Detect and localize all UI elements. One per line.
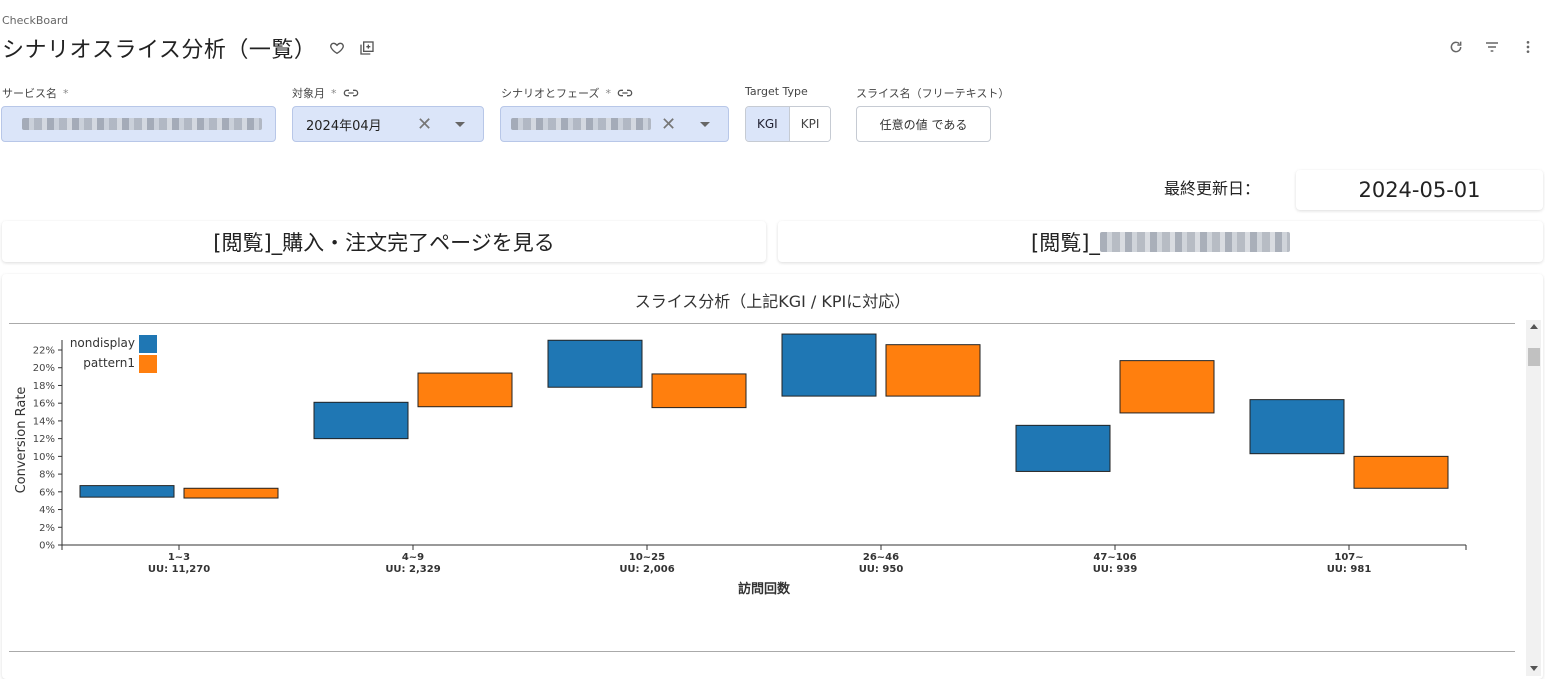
bar-pattern1-3 — [885, 344, 981, 397]
y-axis-title: Conversion Rate — [14, 387, 29, 494]
x-axis-title: 訪問回数 — [738, 581, 791, 597]
legend-swatch-nondisplay — [139, 335, 157, 353]
bar-pattern1-2 — [651, 373, 747, 409]
page: CheckBoard シナリオスライス分析（一覧） サービス名 * 対象月 * — [0, 0, 1545, 679]
x-tick-label: 107~ — [1334, 552, 1363, 563]
x-uu-label: UU: 950 — [859, 564, 904, 575]
y-tick-label: 10% — [33, 452, 55, 463]
y-tick-label: 6% — [39, 487, 55, 498]
bar-pattern1-0 — [183, 487, 279, 499]
bar-pattern1-1 — [417, 372, 513, 408]
bar-nondisplay-0 — [79, 485, 175, 498]
y-tick-label: 22% — [33, 346, 55, 357]
legend-label-nondisplay: nondisplay — [70, 336, 135, 350]
legend-label-pattern1: pattern1 — [83, 356, 135, 370]
y-tick-label: 20% — [33, 363, 55, 374]
y-tick-label: 18% — [33, 381, 55, 392]
legend-swatch-pattern1 — [139, 355, 157, 373]
x-uu-label: UU: 2,006 — [619, 564, 674, 575]
y-tick-label: 14% — [33, 416, 55, 427]
scroll-up-icon[interactable] — [1530, 324, 1538, 329]
bar-nondisplay-5 — [1249, 399, 1345, 455]
x-tick-label: 1~3 — [168, 552, 190, 563]
x-tick-label: 10~25 — [629, 552, 665, 563]
x-tick-label: 47~106 — [1093, 552, 1136, 563]
x-uu-label: UU: 11,270 — [148, 564, 210, 575]
y-tick-label: 12% — [33, 434, 55, 445]
y-tick-label: 2% — [39, 523, 55, 534]
x-uu-label: UU: 2,329 — [385, 564, 440, 575]
x-tick-label: 4~9 — [402, 552, 424, 563]
y-tick-label: 0% — [39, 541, 55, 552]
bar-nondisplay-4 — [1015, 424, 1111, 472]
chart-scrollbar[interactable] — [1526, 320, 1541, 676]
y-tick-label: 8% — [39, 470, 55, 481]
y-tick-label: 16% — [33, 399, 55, 410]
slice-chart: 0% 2% 4% 6% 8% 10% 12% 14% 16% 18% 20% 22% 1~3UU: 11… — [14, 333, 1467, 597]
scroll-down-icon[interactable] — [1530, 666, 1538, 671]
chart-bars — [79, 333, 1449, 499]
x-tick-label: 26~46 — [863, 552, 899, 563]
x-uu-label: UU: 939 — [1093, 564, 1138, 575]
bar-nondisplay-1 — [313, 401, 409, 440]
chart-legend: nondisplay pattern1 — [70, 335, 157, 373]
x-uu-label: UU: 981 — [1327, 564, 1372, 575]
bar-nondisplay-2 — [547, 339, 643, 388]
y-tick-label: 4% — [39, 505, 55, 516]
bar-nondisplay-3 — [781, 333, 877, 397]
chart-scroll-thumb[interactable] — [1528, 348, 1540, 366]
bar-pattern1-5 — [1353, 455, 1449, 489]
bar-pattern1-4 — [1119, 360, 1215, 414]
